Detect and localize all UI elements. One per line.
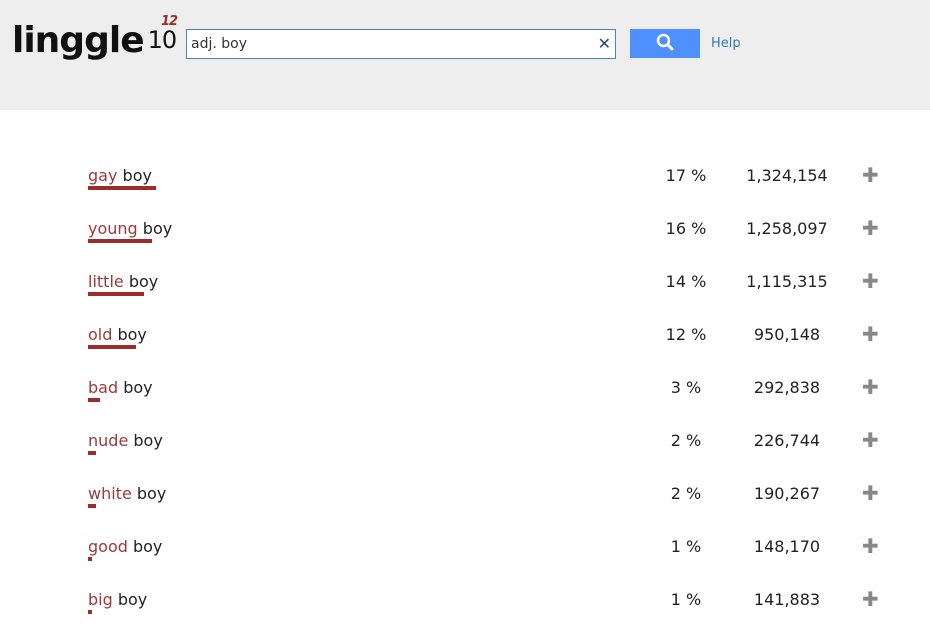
result-percent: 2 % [670, 484, 702, 503]
result-phrase[interactable]: big boy [88, 590, 147, 609]
result-percent: 14 % [665, 272, 707, 291]
result-rest: boy [136, 484, 167, 503]
plus-icon[interactable]: ✚ [862, 216, 879, 240]
result-count: 141,883 [753, 590, 821, 609]
result-word[interactable]: gay [88, 166, 117, 185]
result-word[interactable]: good [88, 537, 128, 556]
percent-bar [88, 504, 96, 508]
result-word[interactable]: nude [88, 431, 128, 450]
result-percent: 3 % [670, 378, 702, 397]
logo[interactable]: linggle 10 12 [12, 14, 178, 61]
plus-icon[interactable]: ✚ [862, 375, 879, 399]
percent-bar [88, 610, 92, 614]
result-row: old boy 12 % 950,148 ✚ [0, 322, 930, 378]
result-word[interactable]: little [88, 272, 124, 291]
result-count: 226,744 [753, 431, 821, 450]
result-phrase[interactable]: bad boy [88, 378, 153, 397]
result-row: young boy 16 % 1,258,097 ✚ [0, 216, 930, 272]
result-word[interactable]: bad [88, 378, 118, 397]
search-input[interactable] [187, 30, 595, 58]
result-count: 148,170 [753, 537, 821, 556]
result-count: 1,115,315 [746, 272, 828, 291]
result-rest: boy [132, 537, 163, 556]
result-percent: 12 % [665, 325, 707, 344]
plus-icon[interactable]: ✚ [862, 428, 879, 452]
plus-icon[interactable]: ✚ [862, 163, 879, 187]
result-row: gay boy 17 % 1,324,154 ✚ [0, 163, 930, 219]
result-count: 1,324,154 [746, 166, 828, 185]
close-icon[interactable]: ✕ [598, 34, 611, 53]
percent-bar [88, 186, 156, 190]
plus-icon[interactable]: ✚ [862, 322, 879, 346]
result-row: big boy 1 % 141,883 ✚ [0, 587, 930, 643]
percent-bar [88, 451, 96, 455]
result-row: nude boy 2 % 226,744 ✚ [0, 428, 930, 484]
result-rest: boy [133, 431, 163, 450]
result-phrase[interactable]: good boy [88, 537, 162, 556]
result-count: 292,838 [753, 378, 821, 397]
plus-icon[interactable]: ✚ [862, 481, 879, 505]
result-phrase[interactable]: old boy [88, 325, 147, 344]
result-phrase[interactable]: young boy [88, 219, 172, 238]
result-row: good boy 1 % 148,170 ✚ [0, 534, 930, 590]
result-phrase[interactable]: gay boy [88, 166, 152, 185]
percent-bar [88, 557, 92, 561]
result-rest: boy [117, 325, 147, 344]
result-count: 1,258,097 [746, 219, 828, 238]
result-phrase[interactable]: little boy [88, 272, 158, 291]
plus-icon[interactable]: ✚ [862, 269, 879, 293]
result-word[interactable]: white [88, 484, 132, 503]
percent-bar [88, 239, 152, 243]
search-button[interactable] [630, 29, 700, 58]
result-percent: 17 % [665, 166, 707, 185]
result-word[interactable]: young [88, 219, 138, 238]
result-rest: boy [117, 590, 148, 609]
percent-bar [88, 292, 144, 296]
result-word[interactable]: big [88, 590, 113, 609]
result-phrase[interactable]: white boy [88, 484, 166, 503]
result-word[interactable]: old [88, 325, 112, 344]
percent-bar [88, 398, 100, 402]
result-count: 190,267 [753, 484, 821, 503]
result-rest: boy [128, 272, 159, 291]
result-phrase[interactable]: nude boy [88, 431, 163, 450]
plus-icon[interactable]: ✚ [862, 587, 879, 611]
plus-icon[interactable]: ✚ [862, 534, 879, 558]
result-rest: boy [123, 378, 153, 397]
result-percent: 2 % [670, 431, 702, 450]
search-icon [656, 33, 674, 51]
result-row: white boy 2 % 190,267 ✚ [0, 481, 930, 537]
help-link[interactable]: Help [711, 36, 741, 51]
result-percent: 1 % [670, 590, 702, 609]
result-rest: boy [142, 219, 173, 238]
result-percent: 16 % [665, 219, 707, 238]
result-rest: boy [122, 166, 152, 185]
percent-bar [88, 345, 136, 349]
header: linggle1012 ✕ Help [0, 0, 930, 110]
result-row: little boy 14 % 1,115,315 ✚ [0, 269, 930, 325]
result-percent: 1 % [670, 537, 702, 556]
result-row: bad boy 3 % 292,838 ✚ [0, 375, 930, 431]
result-count: 950,148 [753, 325, 821, 344]
search-box: ✕ [186, 29, 616, 59]
